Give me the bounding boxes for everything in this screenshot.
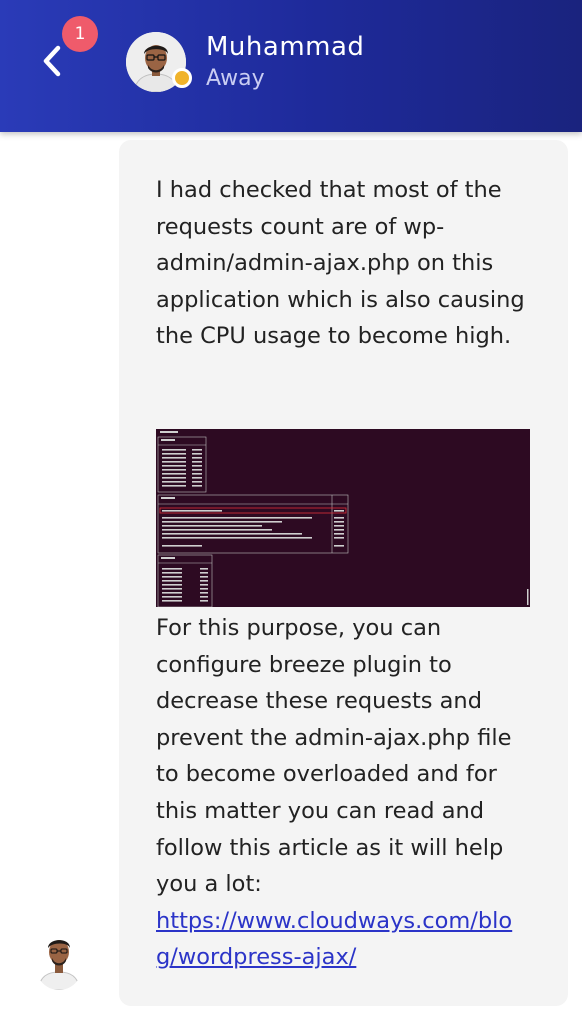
status-dot-icon bbox=[172, 68, 192, 88]
chat-header: 1 Muhammad Away bbox=[0, 0, 582, 132]
message-paragraph-1: I had checked that most of the requests … bbox=[156, 177, 525, 350]
contact-name: Muhammad bbox=[206, 32, 365, 62]
unread-count-badge: 1 bbox=[62, 16, 98, 52]
contact-status: Away bbox=[206, 66, 265, 91]
avatar-image bbox=[36, 930, 82, 990]
attachment-image[interactable] bbox=[156, 429, 530, 607]
chevron-left-icon bbox=[43, 45, 61, 77]
terminal-screenshot bbox=[156, 429, 530, 607]
article-link[interactable]: https://www.cloudways.com/blo g/wordpres… bbox=[156, 908, 512, 971]
message-paragraph-2: For this purpose, you can configure bree… bbox=[156, 610, 546, 976]
sender-avatar[interactable] bbox=[36, 930, 82, 990]
paragraph-2-text: For this purpose, you can configure bree… bbox=[156, 615, 512, 898]
